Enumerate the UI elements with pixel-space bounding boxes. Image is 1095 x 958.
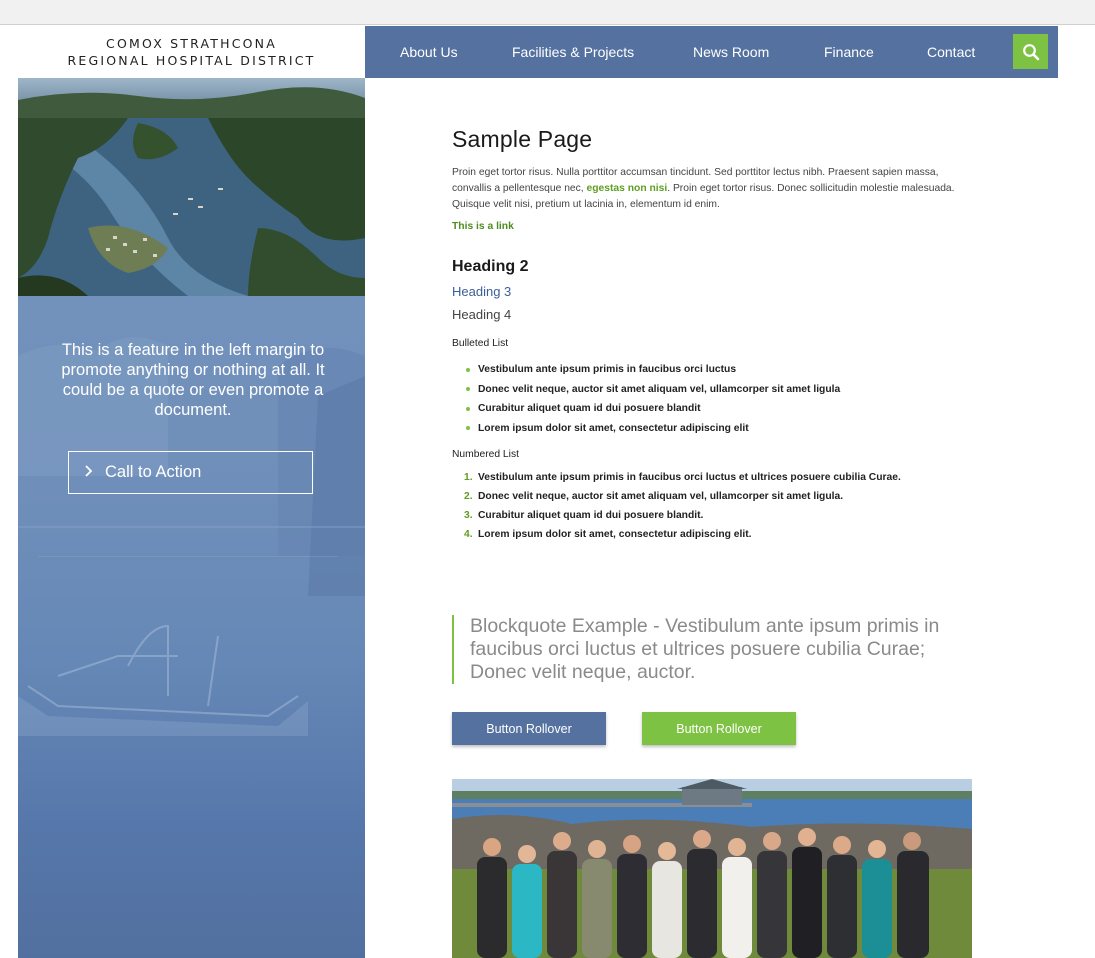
bulleted-list-label: Bulleted List	[452, 338, 509, 349]
call-to-action-button[interactable]: Call to Action	[68, 451, 313, 494]
list-item: 4. Lorem ipsum dolor sit amet, consectetu…	[464, 528, 904, 541]
site-logo[interactable]: COMOX STRATHCONA REGIONAL HOSPITAL DISTR…	[18, 26, 365, 78]
list-item: Curabitur aliquet quam id dui posuere bl…	[464, 399, 944, 419]
intro-paragraph: Proin eget tortor risus. Nulla porttitor…	[452, 165, 957, 213]
list-number: 2.	[464, 491, 473, 502]
nav-finance[interactable]: Finance	[824, 44, 874, 60]
list-item-text: Curabitur aliquet quam id dui posuere bl…	[478, 510, 704, 521]
button-rollover-blue[interactable]: Button Rollover	[452, 712, 606, 745]
list-item: 3. Curabitur aliquet quam id dui posuere …	[464, 509, 904, 522]
aerial-photo	[18, 78, 365, 296]
cta-label: Call to Action	[105, 463, 202, 481]
feature-panel: This is a feature in the left margin to …	[18, 296, 365, 958]
heading-3: Heading 3	[452, 284, 512, 299]
list-item: Donec velit neque, auctor sit amet aliqu…	[464, 380, 944, 400]
left-column: This is a feature in the left margin to …	[18, 78, 365, 958]
list-item: Vestibulum ante ipsum primis in faucibus…	[464, 360, 944, 380]
list-number: 3.	[464, 510, 473, 521]
list-item-text: Donec velit neque, auctor sit amet aliqu…	[478, 491, 844, 502]
bullet-icon	[466, 426, 470, 431]
nav-news-room[interactable]: News Room	[693, 44, 769, 60]
logo-line-2: REGIONAL HOSPITAL DISTRICT	[67, 53, 316, 68]
heading-4: Heading 4	[452, 307, 512, 322]
search-icon	[1022, 43, 1039, 60]
list-item-text: Curabitur aliquet quam id dui posuere bl…	[478, 403, 701, 415]
list-item: Lorem ipsum dolor sit amet, consectetur …	[464, 419, 944, 439]
numbered-list-label: Numbered List	[452, 449, 519, 460]
group-photo	[452, 779, 972, 958]
bullet-icon	[466, 387, 470, 392]
bullet-icon	[466, 406, 470, 411]
logo-line-1: COMOX STRATHCONA	[106, 36, 277, 51]
list-item-text: Vestibulum ante ipsum primis in faucibus…	[478, 364, 737, 376]
nav-about-us[interactable]: About Us	[400, 44, 458, 60]
button-rollover-green[interactable]: Button Rollover	[642, 712, 796, 745]
list-number: 4.	[464, 529, 473, 540]
search-button[interactable]	[1013, 34, 1048, 69]
nav-facilities-projects[interactable]: Facilities & Projects	[512, 44, 634, 60]
blockquote: Blockquote Example - Vestibulum ante ips…	[452, 615, 972, 684]
list-item-text: Donec velit neque, auctor sit amet aliqu…	[478, 383, 841, 395]
chevron-right-icon	[85, 464, 93, 482]
text-link[interactable]: This is a link	[452, 221, 514, 232]
nav-contact[interactable]: Contact	[927, 44, 975, 60]
main-nav: About Us Facilities & Projects News Room…	[365, 26, 1058, 78]
feature-text: This is a feature in the left margin to …	[61, 341, 325, 419]
heading-2: Heading 2	[452, 258, 529, 275]
bullet-icon	[466, 367, 470, 372]
browser-top-strip	[0, 0, 1095, 25]
list-item: 1. Vestibulum ante ipsum primis in faucib…	[464, 471, 904, 484]
list-item-text: Vestibulum ante ipsum primis in faucibus…	[478, 472, 901, 483]
inline-link[interactable]: egestas non nisi	[587, 183, 668, 194]
list-item-text: Lorem ipsum dolor sit amet, consectetur …	[478, 529, 752, 540]
list-number: 1.	[464, 472, 473, 483]
numbered-list: 1. Vestibulum ante ipsum primis in faucib…	[464, 471, 904, 547]
list-item-text: Lorem ipsum dolor sit amet, consectetur …	[478, 422, 749, 434]
page-title: Sample Page	[452, 126, 593, 152]
bulleted-list: Vestibulum ante ipsum primis in faucibus…	[464, 360, 944, 438]
list-item: 2. Donec velit neque, auctor sit amet ali…	[464, 490, 904, 503]
